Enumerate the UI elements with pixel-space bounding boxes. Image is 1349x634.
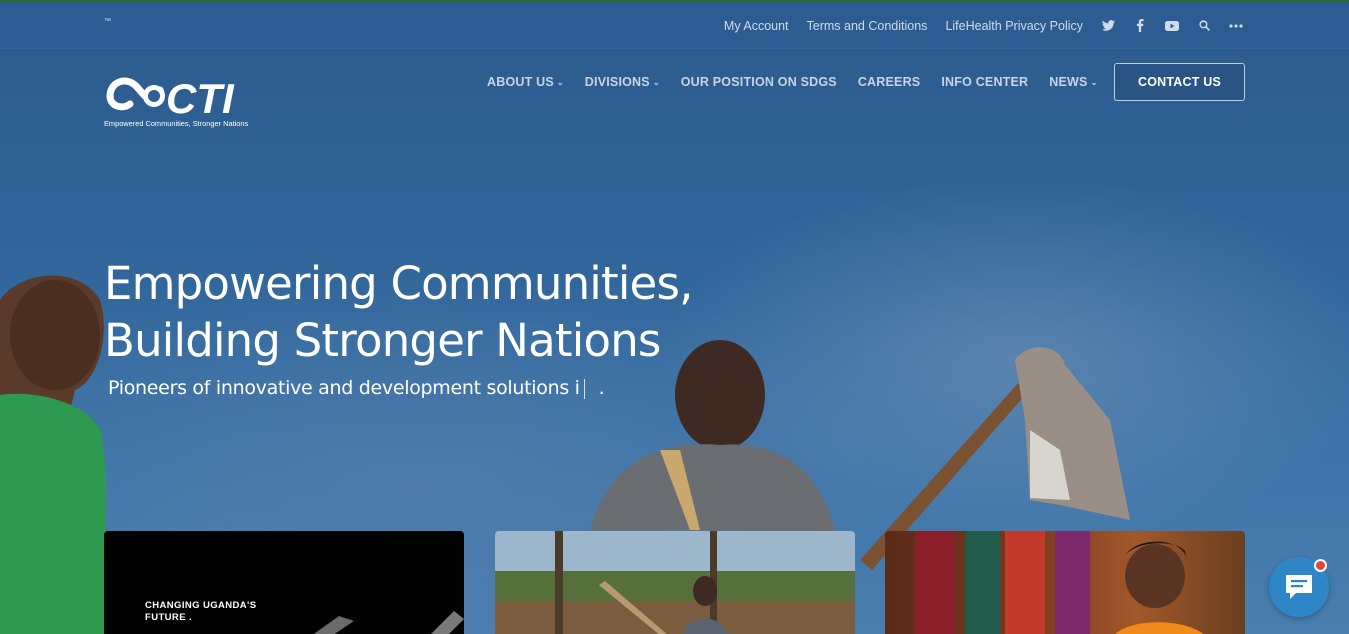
terms-link[interactable]: Terms and Conditions bbox=[807, 19, 928, 33]
nav-sdgs[interactable]: OUR POSITION ON SDGS bbox=[681, 75, 837, 89]
nav-divisions[interactable]: DIVISIONS ⌄ bbox=[585, 75, 660, 89]
market-vendor-photo bbox=[915, 531, 1204, 634]
top-links: My Account Terms and Conditions LifeHeal… bbox=[724, 2, 1243, 49]
phone-image bbox=[313, 611, 464, 634]
notification-badge bbox=[1314, 559, 1327, 572]
search-icon[interactable] bbox=[1197, 19, 1211, 33]
hero-title-line-2: Building Stronger Nations bbox=[104, 314, 661, 367]
nav-about-us[interactable]: ABOUT US ⌄ bbox=[487, 75, 564, 89]
feature-card-1[interactable]: CHANGING UGANDA'S FUTURE . bbox=[104, 531, 464, 634]
nav-info-center[interactable]: INFO CENTER bbox=[941, 75, 1028, 89]
nav-sdgs-label: OUR POSITION ON SDGS bbox=[680, 75, 837, 89]
trademark-mark: ™ bbox=[104, 18, 111, 25]
feature-card-3[interactable] bbox=[885, 531, 1245, 634]
my-account-link[interactable]: My Account bbox=[724, 19, 789, 33]
nav-news-label: NEWS bbox=[1049, 75, 1088, 89]
hero-subtitle-end: . bbox=[598, 377, 605, 399]
main-nav: ABOUT US ⌄ DIVISIONS ⌄ OUR POSITION ON S… bbox=[487, 62, 1098, 102]
nav-divisions-label: DIVISIONS bbox=[584, 75, 650, 89]
cti-logo-icon: CTI Empowered Communities, Stronger Nati… bbox=[104, 75, 248, 128]
farmer-photo bbox=[495, 531, 855, 634]
contact-us-button[interactable]: CONTACT US bbox=[1114, 63, 1245, 101]
hero-subtitle-text: Pioneers of innovative and development s… bbox=[108, 377, 580, 399]
nav-about-us-label: ABOUT US bbox=[487, 75, 554, 89]
nav-info-center-label: INFO CENTER bbox=[941, 75, 1029, 89]
more-icon[interactable] bbox=[1229, 19, 1243, 33]
hero-subtitle: Pioneers of innovative and development s… bbox=[108, 377, 605, 399]
hero-background: ™ My Account Terms and Conditions LifeHe… bbox=[0, 0, 1349, 634]
privacy-policy-link[interactable]: LifeHealth Privacy Policy bbox=[945, 19, 1083, 33]
hero-title: Empowering Communities, Building Stronge… bbox=[104, 255, 724, 369]
chevron-down-icon: ⌄ bbox=[652, 77, 660, 87]
chevron-down-icon: ⌄ bbox=[1090, 77, 1098, 87]
hero-title-line-1: Empowering Communities, bbox=[104, 257, 693, 310]
nav-careers[interactable]: CAREERS bbox=[858, 75, 921, 89]
chevron-down-icon: ⌄ bbox=[556, 77, 564, 87]
twitter-icon[interactable] bbox=[1101, 19, 1115, 33]
typing-cursor bbox=[583, 378, 585, 399]
logo-wordmark: CTI bbox=[166, 75, 235, 122]
site-logo[interactable]: CTI Empowered Communities, Stronger Nati… bbox=[104, 72, 269, 130]
logo-tagline: Empowered Communities, Stronger Nations bbox=[104, 119, 248, 128]
feature-card-2[interactable] bbox=[495, 531, 855, 634]
nav-careers-label: CAREERS bbox=[857, 75, 921, 89]
chat-icon bbox=[1286, 575, 1312, 599]
facebook-icon[interactable] bbox=[1133, 19, 1147, 33]
nav-news[interactable]: NEWS ⌄ bbox=[1049, 75, 1097, 89]
youtube-icon[interactable] bbox=[1165, 19, 1179, 33]
top-utility-bar: ™ My Account Terms and Conditions LifeHe… bbox=[0, 2, 1349, 49]
